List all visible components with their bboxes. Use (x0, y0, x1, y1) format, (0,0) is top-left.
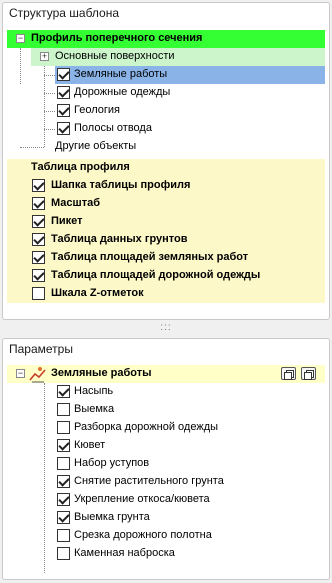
param-riprap[interactable]: Каменная наброска (55, 545, 325, 563)
pavement-areas-checkbox[interactable] (32, 269, 45, 282)
soil-excavation-checkbox[interactable] (57, 511, 70, 524)
profile-table-label: Таблица профиля (31, 161, 130, 173)
picket-checkbox[interactable] (32, 215, 45, 228)
geology-label: Геология (74, 104, 120, 116)
param-road-milling[interactable]: Срезка дорожного полотна (55, 527, 325, 545)
topsoil-stripping-checkbox[interactable] (57, 475, 70, 488)
scale-checkbox[interactable] (32, 197, 45, 210)
tree-item-basic-surfaces[interactable]: + Основные поверхности (31, 48, 325, 66)
right-of-way-label: Полосы отвода (74, 122, 152, 134)
pavement-removal-label: Разборка дорожной одежды (74, 421, 219, 433)
right-of-way-checkbox[interactable] (57, 122, 70, 135)
road-milling-label: Срезка дорожного полотна (74, 529, 212, 541)
expander-minus-icon[interactable]: − (16, 369, 25, 378)
group-earthworks[interactable]: − Земляные работы (7, 365, 325, 383)
earthworks-checkbox[interactable] (57, 68, 70, 81)
tree-item-right-of-way[interactable]: Полосы отвода (55, 120, 325, 138)
param-topsoil-stripping[interactable]: Снятие растительного грунта (55, 473, 325, 491)
pavement-label: Дорожные одежды (74, 86, 171, 98)
topsoil-stripping-label: Снятие растительного грунта (74, 475, 224, 487)
parameters-panel: Параметры − Земляные работы Насыпь Выемк… (2, 338, 330, 580)
param-cut[interactable]: Выемка (55, 401, 325, 419)
fill-label: Насыпь (74, 385, 114, 397)
tree-item-geology[interactable]: Геология (55, 102, 325, 120)
slope-protection-label: Укрепление откоса/кювета (74, 493, 210, 505)
group-earthworks-label: Земляные работы (51, 367, 152, 379)
riprap-label: Каменная наброска (74, 547, 175, 559)
slope-protection-checkbox[interactable] (57, 493, 70, 506)
picket-label: Пикет (51, 215, 83, 227)
z-scale-label: Шкала Z-отметок (51, 287, 144, 299)
param-benching[interactable]: Набор уступов (55, 455, 325, 473)
z-scale-checkbox[interactable] (32, 287, 45, 300)
tree-item-soil-data-table[interactable]: Таблица данных грунтов (7, 231, 325, 249)
pavement-areas-label: Таблица площадей дорожной одежды (51, 269, 261, 281)
soil-data-table-checkbox[interactable] (32, 233, 45, 246)
scale-label: Масштаб (51, 197, 101, 209)
expander-minus-icon[interactable]: − (16, 34, 25, 43)
template-structure-panel: Структура шаблона − Профиль поперечного … (2, 2, 330, 320)
pavement-checkbox[interactable] (57, 86, 70, 99)
tree-item-profile-table[interactable]: Таблица профиля (7, 159, 325, 177)
tree-item-earthworks[interactable]: Земляные работы (55, 66, 325, 84)
profile-header-label: Шапка таблицы профиля (51, 179, 191, 191)
tree-item-other-objects[interactable]: Другие объекты (31, 138, 325, 156)
tree-item-cross-section[interactable]: − Профиль поперечного сечения (7, 30, 325, 48)
cut-checkbox[interactable] (57, 403, 70, 416)
paste-icon[interactable] (301, 367, 316, 380)
param-soil-excavation[interactable]: Выемка грунта (55, 509, 325, 527)
tree-item-scale[interactable]: Масштаб (7, 195, 325, 213)
ditch-label: Кювет (74, 439, 106, 451)
profile-header-checkbox[interactable] (32, 179, 45, 192)
cut-label: Выемка (74, 403, 115, 415)
riprap-checkbox[interactable] (57, 547, 70, 560)
tree-item-pavement-areas-table[interactable]: Таблица площадей дорожной одежды (7, 267, 325, 285)
param-pavement-removal[interactable]: Разборка дорожной одежды (55, 419, 325, 437)
earthwork-areas-label: Таблица площадей земляных работ (51, 251, 249, 263)
template-tree: − Профиль поперечного сечения + Основные… (7, 30, 325, 315)
fill-checkbox[interactable] (57, 385, 70, 398)
ditch-checkbox[interactable] (57, 439, 70, 452)
earthworks-label: Земляные работы (74, 68, 168, 80)
expander-plus-icon[interactable]: + (40, 52, 49, 61)
pavement-removal-checkbox[interactable] (57, 421, 70, 434)
splitter-grip-icon[interactable]: ::: (155, 323, 177, 333)
param-fill[interactable]: Насыпь (55, 383, 325, 401)
benching-checkbox[interactable] (57, 457, 70, 470)
other-objects-label: Другие объекты (55, 140, 137, 152)
earthwork-areas-checkbox[interactable] (32, 251, 45, 264)
tree-item-profile-header[interactable]: Шапка таблицы профиля (7, 177, 325, 195)
soil-data-table-label: Таблица данных грунтов (51, 233, 188, 245)
param-ditch[interactable]: Кювет (55, 437, 325, 455)
soil-excavation-label: Выемка грунта (74, 511, 150, 523)
param-slope-protection[interactable]: Укрепление откоса/кювета (55, 491, 325, 509)
tree-item-earthwork-areas-table[interactable]: Таблица площадей земляных работ (7, 249, 325, 267)
geology-checkbox[interactable] (57, 104, 70, 117)
earthwork-icon (29, 365, 47, 383)
tree-item-picket[interactable]: Пикет (7, 213, 325, 231)
copy-icon[interactable] (281, 367, 296, 380)
basic-surfaces-label: Основные поверхности (55, 50, 175, 62)
parameters-tree: − Земляные работы Насыпь Выемка Разборка… (7, 365, 325, 575)
template-structure-title: Структура шаблона (9, 6, 120, 20)
road-milling-checkbox[interactable] (57, 529, 70, 542)
cross-section-label: Профиль поперечного сечения (31, 32, 203, 44)
benching-label: Набор уступов (74, 457, 150, 469)
tree-item-z-scale[interactable]: Шкала Z-отметок (7, 285, 325, 303)
tree-item-pavement[interactable]: Дорожные одежды (55, 84, 325, 102)
parameters-title: Параметры (9, 342, 73, 356)
